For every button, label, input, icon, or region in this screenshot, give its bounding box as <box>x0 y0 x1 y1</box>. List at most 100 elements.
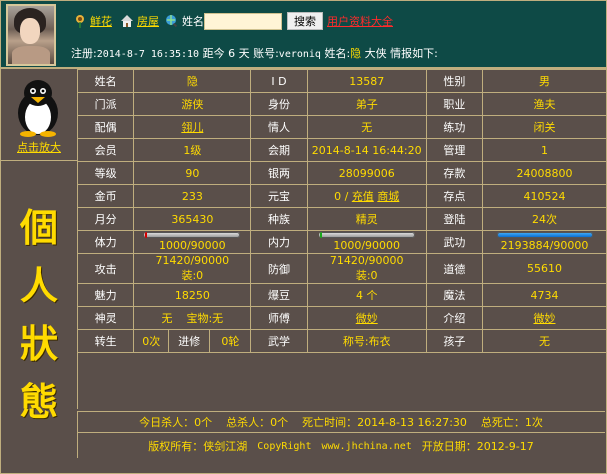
info-name-value: 隐 <box>350 47 362 60</box>
label-lover: 情人 <box>250 115 308 139</box>
value-logins: 24次 <box>482 207 607 231</box>
label-admin: 管理 <box>425 138 484 162</box>
zoom-link[interactable]: 点击放大 <box>1 139 77 155</box>
value-hp: 1000/90000 <box>158 239 226 252</box>
value-morality: 55610 <box>482 253 607 284</box>
label-child: 孩子 <box>425 329 484 353</box>
label-training: 练功 <box>425 115 484 139</box>
label-logins: 登陆 <box>425 207 484 231</box>
search-button[interactable]: 搜索 <box>287 12 323 30</box>
avatar-face <box>20 18 40 44</box>
reg-time: 2014-8-7 16:35:10 <box>96 49 200 60</box>
value-job: 渔夫 <box>482 92 607 116</box>
label-id: I D <box>250 69 308 93</box>
label-mp: 内力 <box>250 230 308 254</box>
label-master: 师傅 <box>250 306 308 330</box>
spouse-link[interactable]: 翎儿 <box>181 121 203 134</box>
value-reborn-cell: 0次 进修 0轮 <box>133 329 252 353</box>
title-char-1: 個 <box>19 205 58 250</box>
value-attack: 71420/90000 <box>155 254 230 267</box>
open-date: 开放日期：2012-9-17 <box>421 440 534 453</box>
table-row: 会员 1级 会期 2014-8-14 16:44:20 管理 1 <box>76 138 607 162</box>
reborn-subtable: 0次 进修 0轮 <box>134 330 250 352</box>
value-training: 闭关 <box>482 115 607 139</box>
value-magic: 4734 <box>482 283 607 307</box>
all-users-link[interactable]: 用户资料大全 <box>327 13 393 29</box>
label-charm: 魅力 <box>76 283 135 307</box>
value-deposit: 24008800 <box>482 161 607 185</box>
table-row: 配偶 翎儿 情人 无 练功 闭关 <box>76 115 607 139</box>
search-globe-icon <box>166 15 178 28</box>
label-morality: 道德 <box>425 253 484 284</box>
days-count: 6 <box>228 47 236 60</box>
shop-link[interactable]: 商城 <box>377 190 399 203</box>
penguin-icon <box>18 80 58 137</box>
value-lover: 无 <box>306 115 427 139</box>
label-job: 职业 <box>425 92 484 116</box>
value-beans: 4 个 <box>306 283 427 307</box>
value-month: 365430 <box>133 207 252 231</box>
hp-bar <box>144 232 241 238</box>
house-link[interactable]: 房屋 <box>137 13 159 29</box>
value-race: 精灵 <box>306 207 427 231</box>
value-gender: 男 <box>482 69 607 93</box>
label-skill: 武功 <box>425 230 484 254</box>
value-defense: 71420/90000 <box>329 254 404 267</box>
value-advance: 0轮 <box>221 335 240 348</box>
value-mp: 1000/90000 <box>333 239 401 252</box>
label-magic: 魔法 <box>425 283 484 307</box>
value-defense-equip: 装:0 <box>355 269 378 282</box>
recharge-link[interactable]: 充值 <box>352 190 374 203</box>
value-silver: 28099006 <box>306 161 427 185</box>
value-level: 90 <box>133 161 252 185</box>
copyright-right: CopyRight <box>257 440 312 452</box>
label-spouse: 配偶 <box>76 115 135 139</box>
title-char-2: 人 <box>19 263 58 308</box>
table-row: 姓名 隐 I D 13587 性别 男 <box>76 69 607 93</box>
today-kills: 今日杀人：0个 <box>139 416 213 429</box>
days-unit: 天 <box>238 47 250 60</box>
flower-link[interactable]: 鲜花 <box>90 13 112 29</box>
left-column: 点击放大 個 人 狀 態 <box>1 69 78 424</box>
value-child: 无 <box>482 329 607 353</box>
left-divider <box>1 160 77 161</box>
registration-info: 注册:2014-8-7 16:35:10 距今 6 天 账号:veroniq 姓… <box>71 45 438 61</box>
label-beans: 爆豆 <box>250 283 308 307</box>
account-label: 账号: <box>253 47 279 60</box>
value-charm: 18250 <box>133 283 252 307</box>
personal-status-title: 個 人 狀 態 <box>11 199 67 431</box>
label-deposit: 存款 <box>425 161 484 185</box>
label-ingot: 元宝 <box>250 184 308 208</box>
value-skill: 2193884/90000 <box>500 239 589 252</box>
label-martial: 武学 <box>250 329 308 353</box>
value-member: 1级 <box>133 138 252 162</box>
value-name: 隐 <box>133 69 252 93</box>
avatar-shoulder <box>12 46 50 64</box>
info-suffix: 大侠 情报如下: <box>364 47 438 60</box>
hp-bar-fill <box>144 232 146 238</box>
death-time: 死亡时间：2014-8-13 16:27:30 <box>302 416 467 429</box>
label-member-term: 会期 <box>250 138 308 162</box>
skill-bar <box>496 232 593 238</box>
table-row: 攻击 71420/90000 装:0 防御 71420/90000 装:0 道德… <box>76 253 607 284</box>
value-member-term: 2014-8-14 16:44:20 <box>306 138 427 162</box>
total-kills: 总杀人：0个 <box>226 416 289 429</box>
total-deaths: 总死亡：1次 <box>480 416 543 429</box>
table-row: 门派 游侠 身份 弟子 职业 渔夫 <box>76 92 607 116</box>
table-row: 神灵 无 宝物:无 师傅 微妙 介绍 微妙 <box>76 306 607 330</box>
value-identity: 弟子 <box>306 92 427 116</box>
table-row: 金币 233 元宝 0 / 充值 商城 存点 410524 <box>76 184 607 208</box>
intro-link[interactable]: 微妙 <box>534 312 556 325</box>
value-treasure: 宝物:无 <box>186 312 224 325</box>
info-name-label: 姓名: <box>324 47 351 60</box>
label-spirit: 神灵 <box>76 306 135 330</box>
value-admin: 1 <box>482 138 607 162</box>
value-attack-equip: 装:0 <box>181 269 204 282</box>
label-hp: 体力 <box>76 230 135 254</box>
value-gold: 233 <box>133 184 252 208</box>
profile-table: 姓名 隐 I D 13587 性别 男 门派 游侠 身份 弟子 职业 渔夫 配偶… <box>76 69 607 353</box>
avatar[interactable] <box>6 4 56 66</box>
table-row: 转生 0次 进修 0轮 武学 称号:布衣 孩子 无 <box>76 329 607 353</box>
master-link[interactable]: 微妙 <box>356 312 378 325</box>
name-search-input[interactable] <box>204 12 282 30</box>
